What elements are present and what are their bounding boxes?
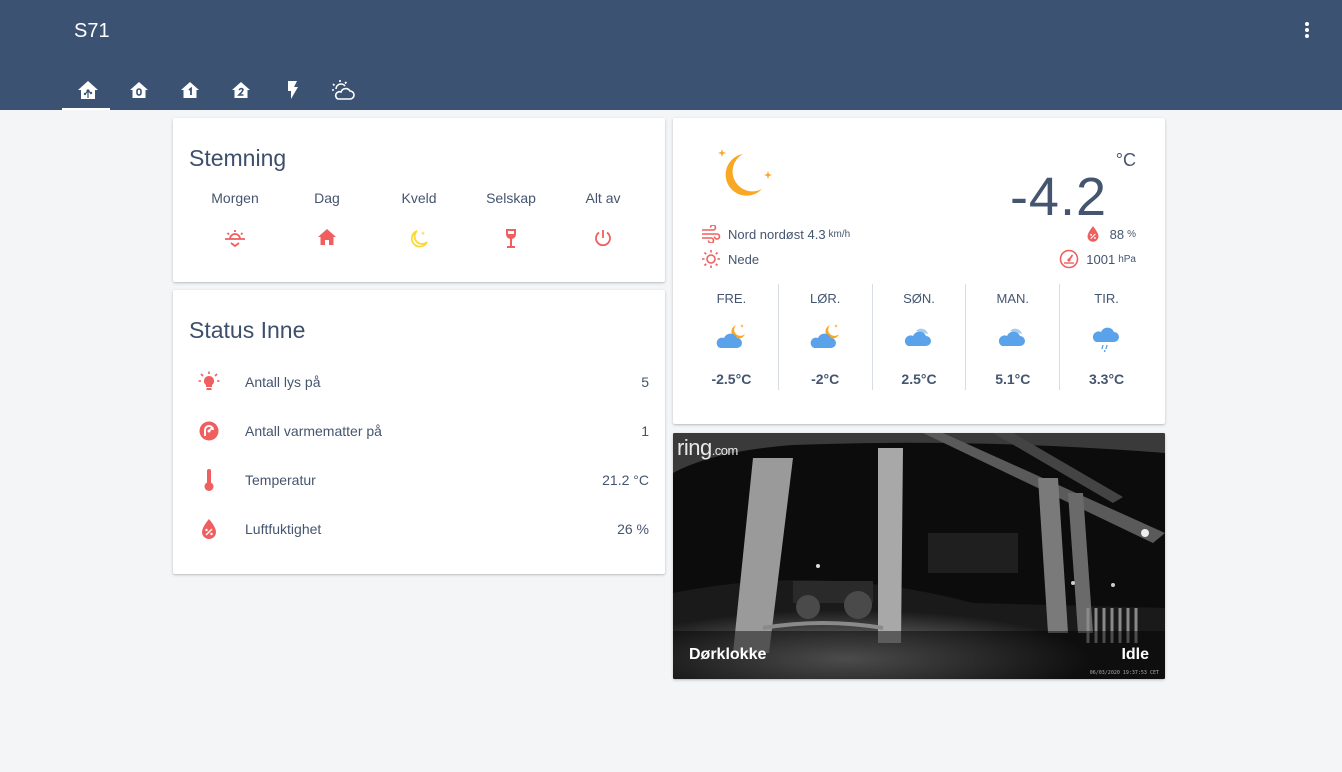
forecast-day-label: SØN.: [903, 291, 935, 306]
home-icon: [318, 229, 336, 245]
sun-value: Nede: [728, 251, 760, 267]
humidity-unit: %: [1127, 228, 1136, 240]
weather-sunset-icon: [225, 230, 245, 248]
status-row-lights[interactable]: Antall lys på 5: [189, 367, 649, 397]
status-label: Luftfuktighet: [245, 521, 322, 537]
scene-morgen[interactable]: Morgen: [189, 190, 281, 250]
tab-home[interactable]: [62, 70, 113, 110]
wind-value: Nord nordøst 4.3: [728, 226, 826, 242]
current-temperature: -4.2: [1009, 167, 1107, 227]
forecast-day: LØR. -2°C: [777, 284, 872, 390]
forecast-temp: 2.5°C: [901, 371, 937, 387]
forecast-day-label: MAN.: [996, 291, 1030, 306]
wind-attribute: Nord nordøst 4.3 km/h: [701, 225, 850, 243]
camera-state: Idle: [1121, 646, 1149, 663]
ring-logo-text: ring: [677, 435, 712, 460]
forecast-list: FRE. -2.5°C LØR. -2°C SØN. 2.5°C MAN. 5.…: [685, 284, 1153, 390]
water-percent-icon: [202, 519, 216, 539]
heat-mat-icon: [199, 421, 219, 441]
forecast-temp: -2.5°C: [711, 371, 752, 387]
app-title: S71: [74, 20, 110, 42]
status-label: Temperatur: [245, 472, 316, 488]
stemning-title: Stemning: [189, 145, 287, 171]
home-assistant-icon: [77, 81, 98, 99]
scene-label: Dag: [314, 190, 340, 206]
home-floor-2-icon: [231, 82, 250, 98]
tab-floor-2[interactable]: [215, 70, 266, 110]
ring-logo: ring.com: [677, 435, 738, 461]
tab-floor-1[interactable]: [164, 70, 215, 110]
lightbulb-icon: [198, 371, 220, 390]
glass-wine-icon: [505, 229, 517, 248]
cloudy-icon: [904, 328, 931, 346]
wind-unit: km/h: [828, 228, 851, 240]
weather-partly-cloudy-icon: [331, 80, 355, 100]
forecast-day-label: LØR.: [810, 291, 841, 306]
sun-attribute: Nede: [701, 249, 759, 269]
tab-energy[interactable]: [266, 70, 317, 110]
pressure-attribute: 1001 hPa: [1059, 249, 1136, 269]
status-label: Antall varmematter på: [245, 423, 382, 439]
view-tabs: [62, 70, 368, 110]
more-vert-icon[interactable]: [1300, 21, 1314, 39]
scene-alt-av[interactable]: Alt av: [557, 190, 649, 250]
home-floor-0-icon: [129, 82, 148, 98]
status-value: 5: [641, 374, 649, 390]
forecast-temp: 3.3°C: [1089, 371, 1125, 387]
scene-dag[interactable]: Dag: [281, 190, 373, 250]
weather-card[interactable]: °C -4.2 Nord nordøst 4.3 km/h Nede 88 % …: [673, 118, 1165, 424]
rain-icon: [1092, 327, 1119, 353]
status-row-temperature[interactable]: Temperatur 21.2 °C: [189, 465, 649, 495]
cloudy-icon: [998, 328, 1025, 346]
weather-night-icon: [718, 149, 772, 196]
status-card: Status Inne Antall lys på 5 Antall varme…: [173, 290, 665, 574]
flash-icon: [287, 81, 298, 99]
partly-cloudy-night-icon: [810, 324, 840, 348]
scene-list: Morgen Dag Kveld Selskap Alt av: [189, 190, 649, 250]
tab-weather[interactable]: [317, 70, 368, 110]
status-title: Status Inne: [189, 317, 306, 343]
scene-label: Selskap: [486, 190, 536, 206]
gauge-icon: [1059, 249, 1079, 269]
tab-floor-0[interactable]: [113, 70, 164, 110]
humidity-attribute: 88 %: [1086, 225, 1136, 243]
power-icon: [595, 230, 611, 247]
scene-label: Alt av: [585, 190, 621, 206]
camera-card[interactable]: ring.com Dørklokke Idle 06/03/2020 19:37…: [673, 433, 1165, 679]
forecast-day-label: FRE.: [716, 291, 747, 306]
forecast-day: TIR. 3.3°C: [1059, 284, 1153, 390]
forecast-day: MAN. 5.1°C: [965, 284, 1059, 390]
status-value: 26 %: [617, 521, 649, 537]
temperature-unit: °C: [1115, 150, 1136, 170]
weather-sunny-icon: [702, 250, 720, 268]
partly-cloudy-night-icon: [717, 324, 746, 348]
status-value: 21.2 °C: [602, 472, 649, 488]
pressure-value: 1001: [1086, 251, 1116, 267]
status-row-heatmats[interactable]: Antall varmematter på 1: [189, 416, 649, 446]
camera-timestamp: 06/03/2020 19:37:53 CET: [1089, 670, 1159, 676]
forecast-day: SØN. 2.5°C: [871, 284, 966, 390]
status-value: 1: [641, 423, 649, 439]
ring-logo-suffix: .com: [711, 443, 739, 458]
scene-kveld[interactable]: Kveld: [373, 190, 465, 250]
scene-label: Morgen: [211, 190, 259, 206]
pressure-unit: hPa: [1118, 253, 1136, 265]
home-floor-1-icon: [180, 82, 199, 98]
scene-selskap[interactable]: Selskap: [465, 190, 557, 250]
scene-label: Kveld: [401, 190, 437, 206]
forecast-temp: 5.1°C: [995, 371, 1031, 387]
status-row-humidity[interactable]: Luftfuktighet 26 %: [189, 514, 649, 544]
weather-windy-icon: [702, 225, 721, 243]
camera-name: Dørklokke: [689, 646, 767, 663]
status-label: Antall lys på: [245, 374, 321, 390]
forecast-day-label: TIR.: [1094, 291, 1119, 306]
water-percent-icon: [1087, 226, 1099, 242]
stemning-card: Stemning Morgen Dag Kveld Selskap Alt av: [173, 118, 665, 282]
humidity-value: 88: [1109, 226, 1125, 242]
thermometer-icon: [204, 469, 214, 491]
app-header: S71: [0, 0, 1342, 110]
weather-night-icon: [410, 230, 428, 248]
forecast-temp: -2°C: [811, 371, 840, 387]
forecast-day: FRE. -2.5°C: [685, 284, 778, 390]
